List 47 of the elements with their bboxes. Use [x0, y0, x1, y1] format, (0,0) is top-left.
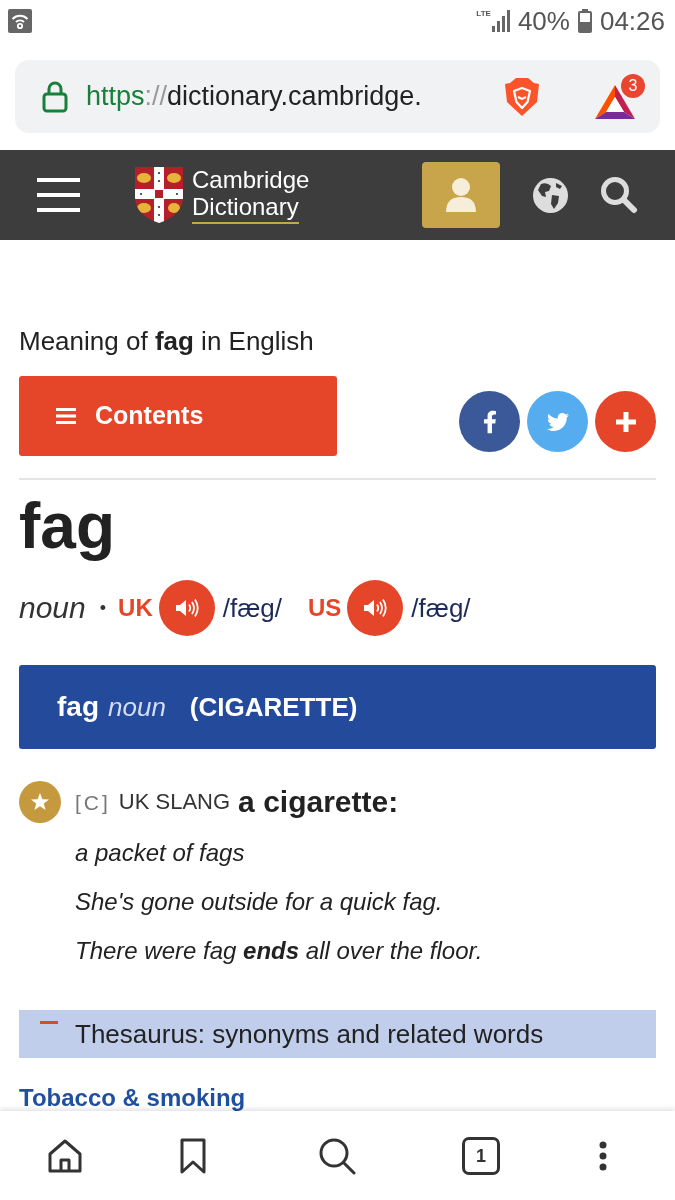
- pronunciation-text: /fæg/: [411, 595, 471, 621]
- clock-time: 04:26: [599, 8, 665, 34]
- pronunciation-text: /fæg/: [222, 595, 282, 621]
- thesaurus-bar[interactable]: Thesaurus: synonyms and related words: [19, 1010, 656, 1058]
- logo-text[interactable]: Cambridge Dictionary: [192, 166, 310, 224]
- guideword-label: (CIGARETTE): [189, 694, 358, 720]
- part-of-speech-label: noun: [108, 694, 166, 720]
- share-button[interactable]: [459, 391, 520, 452]
- person-icon: [445, 178, 477, 212]
- plus-icon: [615, 411, 636, 432]
- separator-dot: •: [99, 599, 107, 617]
- search-icon[interactable]: [600, 176, 638, 214]
- share-button[interactable]: [595, 391, 656, 452]
- region-label: UK: [118, 596, 153, 620]
- page-heading: Meaning of fag in English: [19, 326, 314, 356]
- network-type-label: LTE: [476, 10, 491, 18]
- speaker-icon: [363, 598, 388, 618]
- example-sentence: There were fag ends all over the floor.: [75, 936, 483, 966]
- battery-icon: [577, 9, 592, 33]
- home-icon[interactable]: [47, 1138, 83, 1174]
- more-options-icon[interactable]: [599, 1141, 607, 1171]
- part-of-speech: noun: [19, 593, 86, 623]
- example-sentence: a packet of fags: [75, 838, 245, 868]
- url-field[interactable]: https://dictionary.cambridge.: [86, 83, 422, 110]
- definition-text: a cigarette:: [238, 787, 399, 817]
- grammar-code: [C]: [75, 791, 111, 813]
- shield-icon[interactable]: [504, 76, 540, 117]
- notification-badge: 3: [621, 74, 645, 98]
- headword-label: fag: [57, 693, 99, 721]
- example-sentence: She's gone outside for a quick fag.: [75, 887, 443, 917]
- topic-link[interactable]: Tobacco & smoking: [19, 1085, 246, 1111]
- speaker-icon: [174, 598, 199, 618]
- menu-icon[interactable]: [37, 178, 80, 212]
- bookmark-icon[interactable]: [180, 1138, 206, 1174]
- search-icon[interactable]: [318, 1137, 356, 1175]
- signal-icon: [491, 10, 510, 32]
- region-label: US: [308, 596, 342, 620]
- contents-button[interactable]: Contents: [19, 376, 337, 456]
- hotspot-icon: [8, 9, 32, 33]
- shield-crest-icon[interactable]: [135, 167, 183, 223]
- list-icon: [56, 407, 76, 425]
- tab-count-button[interactable]: 1: [462, 1137, 500, 1175]
- lock-icon: [42, 80, 68, 113]
- usage-label: UK SLANG: [118, 791, 231, 813]
- battery-percent: 40%: [517, 8, 570, 34]
- globe-icon[interactable]: [533, 177, 568, 213]
- f-logo-icon: [482, 409, 497, 434]
